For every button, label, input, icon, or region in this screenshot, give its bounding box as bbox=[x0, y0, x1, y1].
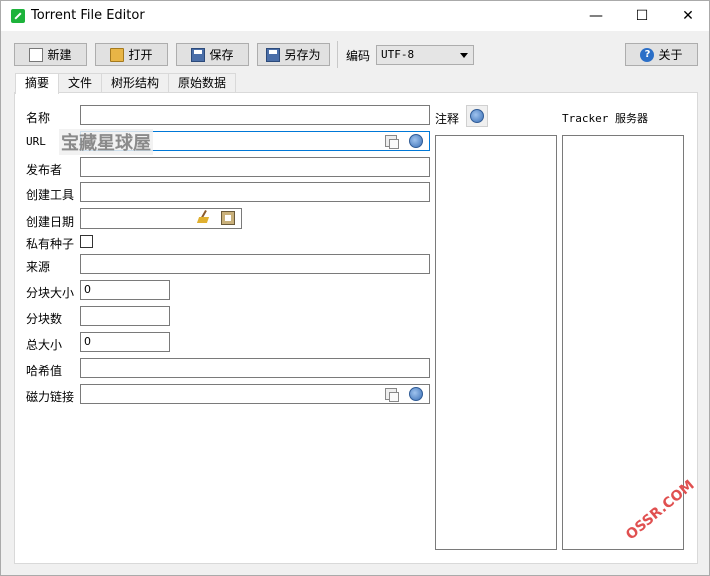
piece-size-field[interactable]: 0 bbox=[80, 280, 170, 300]
url-label: URL bbox=[26, 135, 46, 148]
calendar-icon[interactable] bbox=[221, 211, 235, 225]
about-button[interactable]: ? 关于 bbox=[625, 43, 698, 66]
magnet-field[interactable] bbox=[80, 384, 430, 404]
created-by-field[interactable] bbox=[80, 182, 430, 202]
tracker-label: Tracker 服务器 bbox=[562, 112, 648, 125]
source-label: 来源 bbox=[26, 260, 51, 274]
new-file-icon bbox=[29, 47, 44, 62]
save-as-icon bbox=[266, 47, 281, 62]
encoding-select[interactable]: UTF-8 bbox=[376, 45, 474, 65]
hash-label: 哈希值 bbox=[26, 364, 63, 378]
created-by-label: 创建工具 bbox=[26, 188, 75, 202]
minimize-button[interactable]: — bbox=[573, 1, 619, 31]
save-as-button-label: 另存为 bbox=[284, 48, 321, 62]
copy-icon[interactable] bbox=[385, 135, 399, 149]
new-button[interactable]: 新建 bbox=[14, 43, 87, 66]
notes-label: 注释 bbox=[435, 112, 460, 126]
total-size-label: 总大小 bbox=[26, 338, 63, 352]
private-checkbox[interactable] bbox=[80, 235, 93, 248]
encoding-value: UTF-8 bbox=[381, 48, 415, 61]
encoding-label: 编码 bbox=[346, 49, 371, 63]
save-icon bbox=[191, 47, 206, 62]
maximize-button[interactable]: ☐ bbox=[619, 1, 665, 31]
save-button-label: 保存 bbox=[209, 48, 234, 62]
tab-tree[interactable]: 树形结构 bbox=[101, 73, 170, 93]
magnet-label: 磁力链接 bbox=[26, 390, 75, 404]
name-label: 名称 bbox=[26, 111, 51, 125]
new-button-label: 新建 bbox=[47, 48, 72, 62]
globe-icon bbox=[470, 109, 484, 123]
help-icon: ? bbox=[640, 47, 655, 62]
watermark-text: 宝藏星球屋 bbox=[59, 129, 153, 155]
publisher-label: 发布者 bbox=[26, 163, 63, 177]
title-bar[interactable]: Torrent File Editor — ☐ ✕ bbox=[1, 1, 709, 31]
tab-files[interactable]: 文件 bbox=[58, 73, 103, 93]
publisher-field[interactable] bbox=[80, 157, 430, 177]
window-title: Torrent File Editor bbox=[31, 8, 145, 23]
copy-icon[interactable] bbox=[385, 388, 399, 402]
private-label: 私有种子 bbox=[26, 237, 75, 251]
total-size-field[interactable]: 0 bbox=[80, 332, 170, 352]
created-date-field[interactable] bbox=[80, 208, 242, 229]
open-button[interactable]: 打开 bbox=[95, 43, 168, 66]
tracker-textarea[interactable] bbox=[562, 135, 684, 550]
globe-icon[interactable] bbox=[409, 387, 423, 401]
main-window: Torrent File Editor — ☐ ✕ 新建 打开 保存 另存为 编… bbox=[0, 0, 710, 576]
notes-textarea[interactable] bbox=[435, 135, 557, 550]
about-button-label: 关于 bbox=[658, 48, 683, 62]
notes-translate-button[interactable] bbox=[466, 105, 488, 127]
created-date-label: 创建日期 bbox=[26, 215, 75, 229]
save-button[interactable]: 保存 bbox=[176, 43, 249, 66]
broom-icon[interactable] bbox=[197, 210, 211, 224]
chevron-down-icon bbox=[460, 53, 468, 58]
hash-field[interactable] bbox=[80, 358, 430, 378]
source-field[interactable] bbox=[80, 254, 430, 274]
tab-summary[interactable]: 摘要 bbox=[15, 73, 60, 94]
tab-bar: 摘要 文件 树形结构 原始数据 bbox=[15, 73, 237, 94]
close-button[interactable]: ✕ bbox=[665, 1, 710, 31]
piece-size-label: 分块大小 bbox=[26, 286, 75, 300]
tab-raw-data[interactable]: 原始数据 bbox=[168, 73, 237, 93]
save-as-button[interactable]: 另存为 bbox=[257, 43, 330, 66]
open-button-label: 打开 bbox=[128, 48, 153, 62]
piece-count-label: 分块数 bbox=[26, 312, 63, 326]
open-folder-icon bbox=[110, 47, 125, 62]
app-icon bbox=[11, 9, 25, 23]
globe-icon[interactable] bbox=[409, 134, 423, 148]
name-field[interactable] bbox=[80, 105, 430, 125]
piece-count-field[interactable] bbox=[80, 306, 170, 326]
toolbar-separator bbox=[337, 41, 338, 68]
